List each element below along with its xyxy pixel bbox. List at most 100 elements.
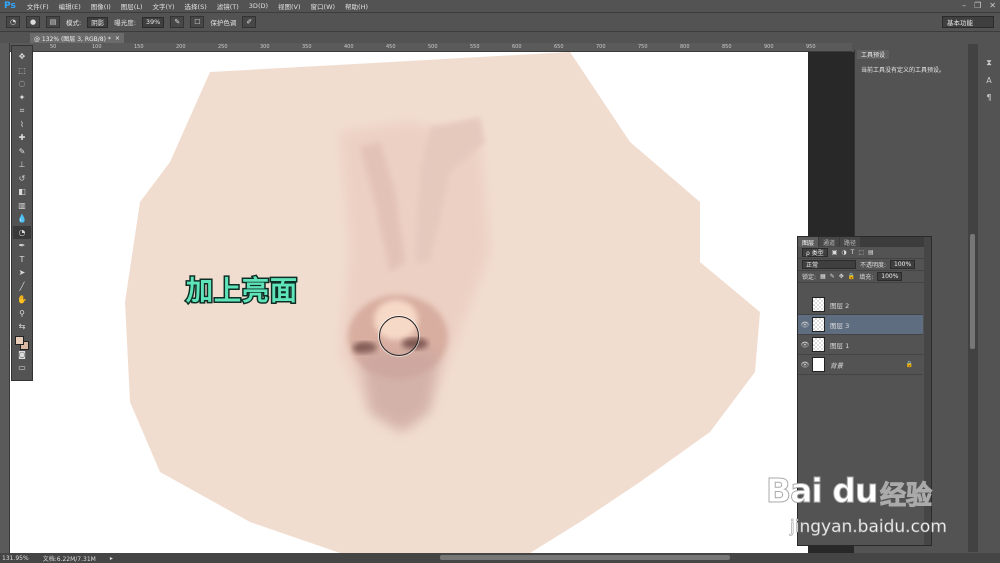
eye-icon[interactable]: 👁 bbox=[798, 321, 812, 329]
filter-shape-icon[interactable]: ⬚ bbox=[858, 249, 864, 256]
menu-window[interactable]: 窗口(W) bbox=[306, 1, 341, 11]
status-arrow-icon[interactable]: ▸ bbox=[110, 555, 113, 562]
pressure-icon[interactable]: ✐ bbox=[242, 16, 257, 28]
menu-filter[interactable]: 滤镜(T) bbox=[212, 1, 244, 11]
burn-tool-icon[interactable]: ◔ bbox=[13, 225, 31, 239]
menu-view[interactable]: 视图(V) bbox=[273, 1, 306, 11]
filter-adjust-icon[interactable]: ◑ bbox=[841, 249, 846, 256]
properties-panel-icon[interactable]: A bbox=[986, 76, 991, 85]
ruler-tick: 100 bbox=[92, 44, 102, 50]
blur-tool-icon[interactable]: 💧 bbox=[13, 212, 31, 226]
layer-filter-select[interactable]: ρ 类型 bbox=[802, 248, 828, 257]
document-tab-title: @ 132% (图层 3, RGB/8) * bbox=[34, 35, 111, 43]
menu-image[interactable]: 图像(I) bbox=[86, 1, 116, 11]
brush-tool-icon[interactable]: ✎ bbox=[13, 145, 31, 159]
layer-item[interactable]: 图层 2 bbox=[798, 295, 923, 315]
tab-layers[interactable]: 图层 bbox=[798, 237, 819, 247]
exposure-input[interactable]: 39% bbox=[141, 16, 165, 28]
exposure-label: 曝光度: bbox=[114, 19, 136, 27]
horizontal-scroll-thumb[interactable] bbox=[440, 555, 730, 560]
tool-presets-tab[interactable]: 工具预设 bbox=[857, 50, 890, 59]
annotation-text: 加上亮面 bbox=[185, 275, 299, 309]
foreground-color-swatch[interactable] bbox=[15, 336, 24, 345]
zoom-tool-icon[interactable]: ⚲ bbox=[13, 307, 31, 321]
workspace-select[interactable]: 基本功能 bbox=[942, 16, 994, 28]
move-tool-icon[interactable]: ✥ bbox=[13, 50, 31, 64]
crop-tool-icon[interactable]: ⌗ bbox=[13, 104, 31, 118]
blend-mode-select[interactable]: 正常 bbox=[802, 260, 856, 269]
mode-select[interactable]: 阴影 bbox=[87, 16, 109, 28]
marquee-tool-icon[interactable]: ⬚ bbox=[13, 64, 31, 78]
paragraph-panel-icon[interactable]: ¶ bbox=[986, 93, 991, 102]
history-brush-tool-icon[interactable]: ↺ bbox=[13, 172, 31, 186]
lock-icon: 🔒 bbox=[905, 361, 913, 368]
menu-help[interactable]: 帮助(H) bbox=[340, 1, 373, 11]
magic-wand-tool-icon[interactable]: ✦ bbox=[13, 91, 31, 105]
gradient-tool-icon[interactable]: ▥ bbox=[13, 199, 31, 213]
menu-file[interactable]: 文件(F) bbox=[22, 1, 54, 11]
ruler-tick: 150 bbox=[134, 44, 144, 50]
document-tab[interactable]: @ 132% (图层 3, RGB/8) * × bbox=[30, 33, 124, 43]
screen-mode-icon[interactable]: ▭ bbox=[13, 361, 31, 375]
eye-icon[interactable]: 👁 bbox=[798, 361, 812, 369]
lock-pixels-icon[interactable]: ✎ bbox=[830, 273, 835, 280]
lock-transparent-icon[interactable]: ▦ bbox=[820, 273, 826, 280]
ruler-tick: 300 bbox=[260, 44, 270, 50]
layer-name: 图层 2 bbox=[830, 301, 850, 310]
minimize-icon[interactable]: – bbox=[962, 1, 966, 10]
horizontal-ruler: 50 100 150 200 250 300 350 400 450 500 550 600 650 70… bbox=[10, 43, 852, 52]
tab-paths[interactable]: 路径 bbox=[840, 237, 861, 247]
hand-tool-icon[interactable]: ✋ bbox=[13, 293, 31, 307]
fill-input[interactable]: 100% bbox=[877, 272, 903, 281]
shape-tool-icon[interactable]: ╱ bbox=[13, 280, 31, 294]
close-tab-icon[interactable]: × bbox=[115, 35, 120, 42]
healing-tool-icon[interactable]: ✚ bbox=[13, 131, 31, 145]
options-bar: ◔ ● ▤ 模式: 阴影 曝光度: 39% ✎ ☐ 保护色调 ✐ bbox=[0, 12, 1000, 32]
filter-smart-icon[interactable]: ▤ bbox=[868, 249, 874, 256]
pen-tool-icon[interactable]: ✒ bbox=[13, 239, 31, 253]
watermark-cn: 经验 bbox=[879, 481, 933, 512]
layer-name: 图层 3 bbox=[830, 321, 850, 330]
swap-colors-icon[interactable]: ⇆ bbox=[13, 320, 31, 334]
opacity-input[interactable]: 100% bbox=[890, 260, 916, 269]
eyedropper-tool-icon[interactable]: ⌇ bbox=[13, 118, 31, 132]
brush-preset-icon[interactable]: ● bbox=[26, 16, 40, 28]
ruler-tick: 750 bbox=[638, 44, 648, 50]
menu-type[interactable]: 文字(Y) bbox=[148, 1, 180, 11]
menu-3d[interactable]: 3D(D) bbox=[244, 2, 273, 10]
ruler-tick: 250 bbox=[218, 44, 228, 50]
lock-position-icon[interactable]: ✥ bbox=[839, 273, 844, 280]
protect-tones-checkbox[interactable]: ☐ bbox=[190, 16, 205, 28]
layer-item-selected[interactable]: 👁 图层 3 bbox=[798, 315, 923, 335]
lasso-tool-icon[interactable]: ◌ bbox=[13, 77, 31, 91]
menu-select[interactable]: 选择(S) bbox=[180, 1, 212, 11]
burn-tool-preset-icon[interactable]: ◔ bbox=[6, 16, 20, 28]
path-selection-tool-icon[interactable]: ➤ bbox=[13, 266, 31, 280]
ruler-tick: 350 bbox=[302, 44, 312, 50]
history-panel-icon[interactable]: ⧗ bbox=[986, 58, 992, 68]
menu-edit[interactable]: 编辑(E) bbox=[54, 1, 86, 11]
tab-channels[interactable]: 通道 bbox=[819, 237, 840, 247]
filter-pixel-icon[interactable]: ▣ bbox=[832, 249, 838, 256]
close-icon[interactable]: ✕ bbox=[989, 1, 996, 10]
restore-icon[interactable]: ❐ bbox=[974, 1, 981, 10]
canvas[interactable]: 加上亮面 bbox=[10, 52, 808, 553]
blend-row: 正常 不透明度: 100% bbox=[798, 259, 931, 271]
lock-label: 锁定: bbox=[802, 274, 817, 281]
type-tool-icon[interactable]: T bbox=[13, 253, 31, 267]
fill-label: 填充: bbox=[859, 274, 874, 281]
lock-all-icon[interactable]: 🔒 bbox=[848, 273, 855, 280]
zoom-level[interactable]: 131.95% bbox=[2, 555, 29, 562]
eraser-tool-icon[interactable]: ◧ bbox=[13, 185, 31, 199]
filter-type-icon[interactable]: T bbox=[851, 249, 855, 256]
doc-info[interactable]: 文档:6.22M/7.31M bbox=[43, 554, 96, 563]
vertical-scroll-thumb[interactable] bbox=[970, 234, 975, 349]
layer-thumbnail bbox=[812, 297, 825, 312]
airbrush-icon[interactable]: ✎ bbox=[170, 16, 185, 28]
layer-item[interactable]: 👁 图层 1 bbox=[798, 335, 923, 355]
brush-panel-icon[interactable]: ▤ bbox=[46, 16, 60, 28]
menu-layer[interactable]: 图层(L) bbox=[116, 1, 148, 11]
clone-stamp-tool-icon[interactable]: ⊥ bbox=[13, 158, 31, 172]
layer-item[interactable]: 👁 背景 🔒 bbox=[798, 355, 923, 375]
eye-icon[interactable]: 👁 bbox=[798, 341, 812, 349]
